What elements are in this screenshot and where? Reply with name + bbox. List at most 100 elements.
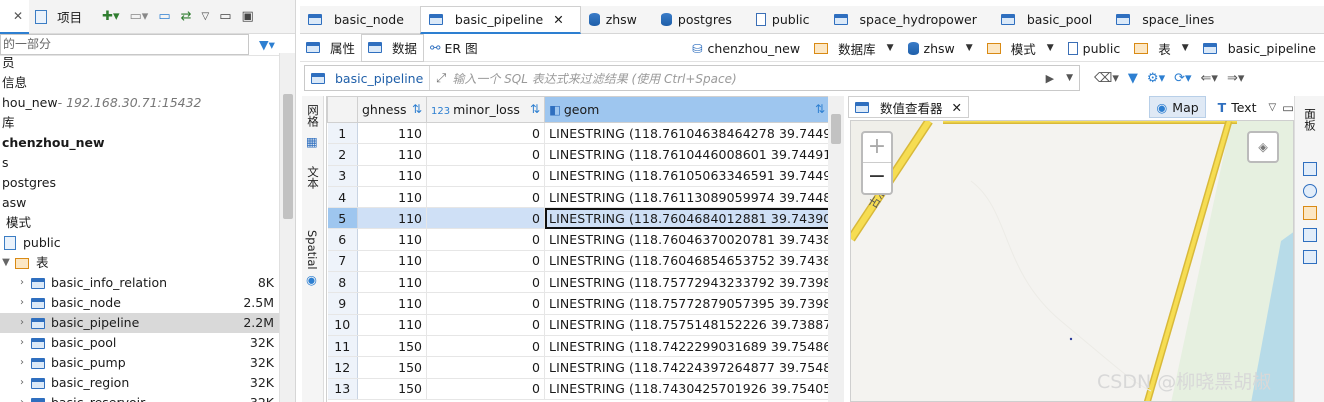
tab-er-diagram[interactable]: ⚯ ER 图 bbox=[424, 34, 484, 62]
cell-minor-loss[interactable]: 0 bbox=[426, 292, 545, 315]
panels-label[interactable]: 面板 bbox=[1302, 108, 1318, 131]
navigator-scrollbar[interactable] bbox=[279, 53, 295, 402]
table-row[interactable]: 12 150 0 LINESTRING (118.74224397264877 39.… bbox=[327, 356, 828, 379]
column-header-minor-loss[interactable]: 123 minor_loss ⇅ bbox=[426, 96, 545, 123]
eraser-icon[interactable]: ⌫▾ bbox=[1094, 71, 1119, 86]
history-dropdown-icon[interactable]: ▼ bbox=[1066, 73, 1073, 83]
panel-calc-icon[interactable] bbox=[1303, 206, 1317, 220]
tab-space-lines[interactable]: space_lines bbox=[1108, 6, 1230, 34]
row-number[interactable]: 6 bbox=[327, 228, 358, 251]
tree-item[interactable]: s bbox=[0, 153, 280, 173]
table-row[interactable]: 3 110 0 LINESTRING (118.76105063346591 39.7… bbox=[327, 165, 828, 187]
cell-geom[interactable]: LINESTRING (118.75772943233792 39.739875… bbox=[544, 271, 828, 294]
chevron-right-icon[interactable]: › bbox=[16, 353, 28, 373]
panel-group-icon[interactable] bbox=[1303, 250, 1317, 264]
grid-scrollbar[interactable] bbox=[828, 96, 844, 402]
chevron-right-icon[interactable]: › bbox=[16, 393, 28, 402]
cell-minor-loss[interactable]: 0 bbox=[426, 122, 545, 145]
scrollbar-thumb[interactable] bbox=[831, 114, 841, 144]
expand-icon[interactable]: ⤢ bbox=[436, 70, 446, 86]
chevron-down-icon[interactable]: ▼ bbox=[966, 43, 973, 53]
cell-roughness[interactable]: 110 bbox=[357, 250, 427, 273]
results-grid[interactable]: ghness ⇅ 123 minor_loss ⇅ ◧ geom ⇅ 1 110 0 LINES… bbox=[326, 96, 828, 402]
chevron-right-icon[interactable]: › bbox=[16, 273, 28, 293]
tab-zhsw[interactable]: zhsw bbox=[581, 6, 653, 34]
row-number[interactable]: 13 bbox=[327, 378, 358, 400]
tab-space-hydropower[interactable]: space_hydropower bbox=[826, 6, 993, 34]
cell-geom[interactable]: LINESTRING (118.76046854653752 39.743894… bbox=[544, 250, 828, 273]
cell-minor-loss[interactable]: 0 bbox=[426, 165, 545, 187]
filter-settings-icon[interactable]: ⚙▾ bbox=[1147, 71, 1165, 86]
chevron-down-icon[interactable]: ▼ bbox=[1182, 43, 1189, 53]
grid-icon[interactable]: ▦ bbox=[306, 134, 318, 149]
table-row[interactable]: 4 110 0 LINESTRING (118.76113089059974 39.7… bbox=[327, 186, 828, 209]
tree-item-database[interactable]: chenzhou_new bbox=[0, 133, 280, 153]
row-number[interactable]: 9 bbox=[327, 292, 358, 315]
column-filter-icon[interactable]: ⇅ bbox=[412, 102, 422, 116]
map-view[interactable]: 古冶路 + − ◈ CSDN @柳晓黑胡椒 bbox=[850, 120, 1294, 402]
table-row[interactable]: 5 110 0 LINESTRING (118.7604684012881 39.74… bbox=[327, 207, 828, 230]
chevron-right-icon[interactable]: › bbox=[16, 293, 28, 313]
cell-roughness[interactable]: 110 bbox=[357, 122, 427, 145]
cell-roughness[interactable]: 110 bbox=[357, 186, 427, 209]
column-filter-icon[interactable]: ⇅ bbox=[815, 102, 825, 116]
sql-filter-input[interactable]: basic_pipeline ⤢ 输入一个 SQL 表达式来过滤结果 (使用 C… bbox=[304, 65, 1080, 91]
column-filter-icon[interactable]: ⇅ bbox=[530, 102, 540, 116]
database-selector[interactable]: 数据库 ▼ bbox=[814, 39, 894, 58]
column-header-geom[interactable]: ◧ geom ⇅ bbox=[544, 96, 828, 123]
cell-geom[interactable]: LINESTRING (118.7430425701926 39.7540534… bbox=[544, 378, 828, 400]
cell-minor-loss[interactable]: 0 bbox=[426, 335, 545, 358]
cell-minor-loss[interactable]: 0 bbox=[426, 378, 545, 400]
tab-data[interactable]: 数据 bbox=[361, 33, 425, 62]
tree-item[interactable]: 员 bbox=[0, 53, 280, 73]
row-number[interactable]: 10 bbox=[327, 314, 358, 336]
collapse-icon[interactable]: ▭ bbox=[158, 9, 170, 24]
close-icon[interactable]: ✕ bbox=[553, 12, 563, 27]
cell-geom[interactable]: LINESTRING (118.75772879057395 39.739872… bbox=[544, 292, 828, 315]
cell-roughness[interactable]: 150 bbox=[357, 356, 427, 379]
tab-project[interactable]: 项目 bbox=[29, 0, 88, 34]
table-row[interactable]: › basic_region 32K bbox=[0, 373, 280, 393]
table-row[interactable]: › basic_pool 32K bbox=[0, 333, 280, 353]
cell-geom[interactable]: LINESTRING (118.7575148152226 39.7388769… bbox=[544, 314, 828, 336]
close-icon[interactable]: ✕ bbox=[13, 9, 23, 23]
cell-roughness[interactable]: 150 bbox=[357, 378, 427, 400]
tab-value-viewer[interactable]: 数值查看器 ✕ bbox=[848, 96, 969, 118]
zoom-in-button[interactable]: + bbox=[863, 133, 891, 163]
cell-minor-loss[interactable]: 0 bbox=[426, 228, 545, 251]
cell-roughness[interactable]: 110 bbox=[357, 292, 427, 315]
close-icon[interactable]: ✕ bbox=[952, 100, 962, 115]
tab-grid[interactable]: 网格 bbox=[305, 104, 321, 127]
link-editor-icon[interactable]: ⇄ bbox=[181, 9, 192, 24]
scrollbar-thumb[interactable] bbox=[283, 94, 293, 219]
table-row[interactable]: 2 110 0 LINESTRING (118.7610446008601 39.74… bbox=[327, 143, 828, 166]
panel-metadata-icon[interactable] bbox=[1303, 184, 1317, 198]
tab-navigator[interactable]: ✕ bbox=[0, 0, 30, 34]
cell-geom[interactable]: LINESTRING (118.76046370020781 39.743897… bbox=[544, 228, 828, 251]
row-number[interactable]: 1 bbox=[327, 122, 358, 145]
table-selector[interactable]: 表 ▼ bbox=[1134, 39, 1189, 58]
refresh-icon[interactable]: ⟳▾ bbox=[1174, 71, 1191, 86]
cell-geom[interactable]: LINESTRING (118.7422299031689 39.7548656… bbox=[544, 335, 828, 358]
cell-roughness[interactable]: 110 bbox=[357, 207, 427, 230]
panel-value-icon[interactable] bbox=[1303, 228, 1317, 242]
tree-item[interactable]: postgres bbox=[0, 173, 280, 193]
chevron-down-icon[interactable]: ▼ bbox=[1047, 43, 1054, 53]
cell-minor-loss[interactable]: 0 bbox=[426, 186, 545, 209]
cell-roughness[interactable]: 110 bbox=[357, 165, 427, 187]
table-row[interactable]: 8 110 0 LINESTRING (118.75772943233792 39.7… bbox=[327, 271, 828, 294]
row-number[interactable]: 2 bbox=[327, 143, 358, 166]
table-row[interactable]: › basic_reservoir 32K bbox=[0, 393, 280, 402]
row-number[interactable]: 12 bbox=[327, 356, 358, 379]
row-number[interactable]: 7 bbox=[327, 250, 358, 273]
tab-postgres[interactable]: postgres bbox=[653, 6, 748, 34]
table-row[interactable]: › basic_info_relation 8K bbox=[0, 273, 280, 293]
tree-item[interactable]: 信息 bbox=[0, 73, 280, 93]
table-value[interactable]: basic_pipeline bbox=[1202, 41, 1316, 56]
layers-button[interactable]: ◈ bbox=[1247, 131, 1279, 163]
chevron-down-icon[interactable]: ▼ bbox=[0, 253, 12, 273]
cell-minor-loss[interactable]: 0 bbox=[426, 143, 545, 166]
tab-basic-pool[interactable]: basic_pool bbox=[993, 6, 1108, 34]
cell-roughness[interactable]: 110 bbox=[357, 143, 427, 166]
cell-geom[interactable]: LINESTRING (118.74224397264877 39.754850… bbox=[544, 356, 828, 379]
